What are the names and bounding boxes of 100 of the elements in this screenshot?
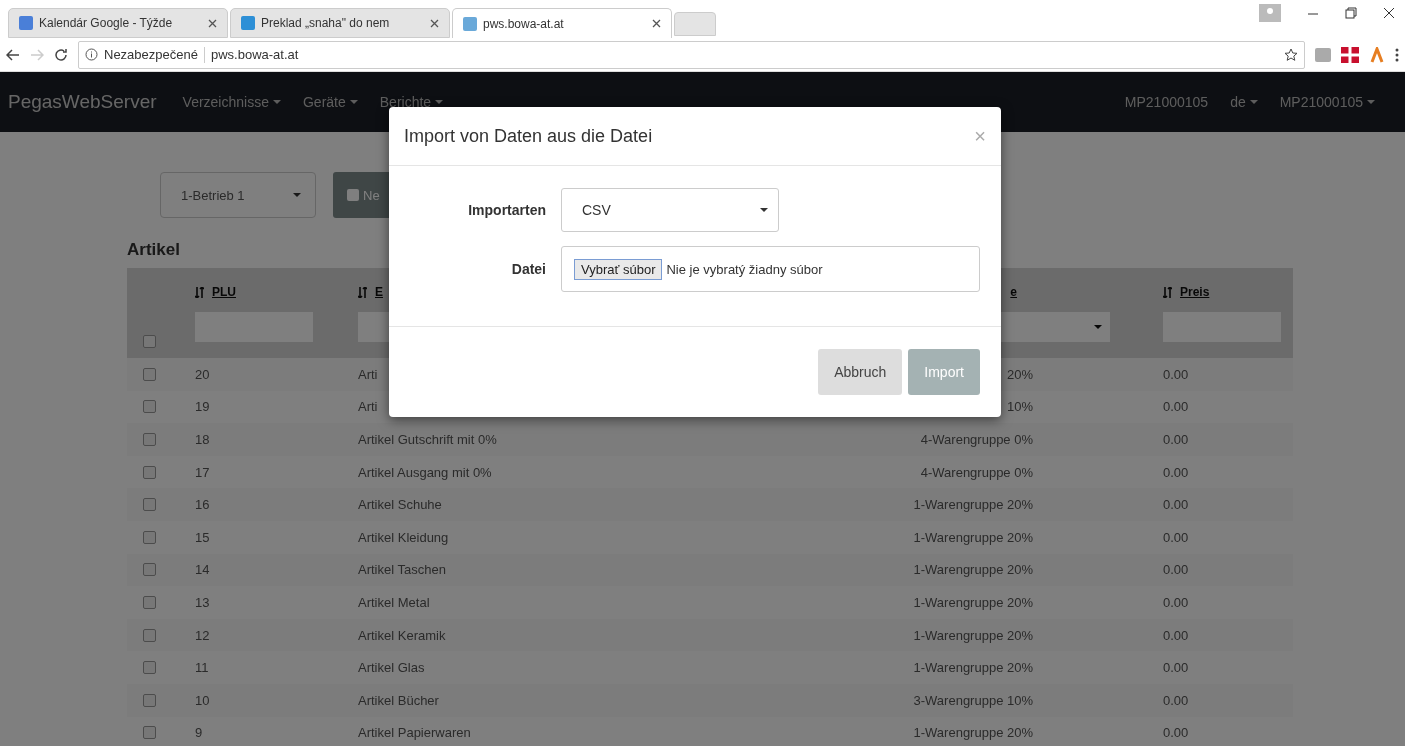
table-cell: 4-Warengruppe 0% bbox=[920, 464, 1033, 480]
import-type-select[interactable]: CSV bbox=[561, 188, 779, 232]
file-status: Nie je vybratý žiadny súbor bbox=[666, 261, 823, 277]
row-checkbox[interactable] bbox=[143, 693, 156, 707]
tab-title: Preklad „snaha" do nem bbox=[261, 16, 391, 30]
table-cell: Arti bbox=[358, 366, 378, 382]
table-cell: 18 bbox=[195, 432, 210, 447]
table-cell: 0.00 bbox=[1163, 562, 1189, 578]
table-cell: 4-Warengruppe 0% bbox=[920, 432, 1033, 447]
row-checkbox[interactable] bbox=[143, 726, 156, 740]
column-heading[interactable]: Preis bbox=[1180, 285, 1210, 299]
table-cell: Artikel Kleidung bbox=[358, 529, 449, 545]
nav-menu[interactable]: MP21000105 bbox=[1124, 94, 1209, 110]
column-heading[interactable]: E bbox=[375, 285, 383, 299]
menu-icon[interactable] bbox=[1395, 47, 1399, 62]
table-cell: Artikel Schuhe bbox=[358, 497, 442, 513]
nav-menu[interactable]: de bbox=[1230, 94, 1258, 110]
nav-menu[interactable]: Verzeichnisse bbox=[182, 94, 281, 110]
table-cell: 13 bbox=[195, 594, 210, 610]
table-cell: 0.00 bbox=[1163, 399, 1189, 415]
column-heading[interactable]: PLU bbox=[212, 285, 236, 299]
row-checkbox[interactable] bbox=[143, 563, 156, 577]
cancel-button[interactable]: Abbruch bbox=[818, 349, 903, 395]
table-cell: 20% bbox=[1006, 366, 1033, 382]
browser-tab[interactable]: Kalendár Google - Týžde bbox=[8, 8, 228, 38]
table-cell: 0.00 bbox=[1163, 529, 1189, 545]
reload-icon[interactable] bbox=[54, 47, 68, 62]
table-cell: Artikel Ausgang mit 0% bbox=[358, 464, 492, 480]
star-icon[interactable] bbox=[1284, 47, 1298, 62]
table-cell: Artikel Taschen bbox=[358, 562, 446, 578]
row-checkbox[interactable] bbox=[143, 530, 156, 544]
row-checkbox[interactable] bbox=[143, 433, 156, 446]
user-icon[interactable] bbox=[1259, 4, 1281, 22]
table-cell: 0.00 bbox=[1163, 594, 1189, 610]
extension-icon[interactable] bbox=[1315, 47, 1331, 62]
back-arrow-icon[interactable] bbox=[6, 48, 20, 61]
extension-icon[interactable] bbox=[1369, 46, 1385, 63]
table-cell: 14 bbox=[195, 562, 210, 578]
tab-title: pws.bowa-at.at bbox=[483, 16, 565, 31]
address-bar[interactable]: Nezabezpečené pws.bowa-at.at bbox=[78, 40, 1305, 69]
table-cell: 1-Warengruppe 20% bbox=[913, 660, 1033, 676]
row-checkbox[interactable] bbox=[143, 498, 156, 512]
table-cell: 10 bbox=[195, 692, 210, 708]
row-checkbox[interactable] bbox=[143, 628, 156, 642]
close-button[interactable]: × bbox=[974, 124, 986, 148]
favicon-icon bbox=[463, 16, 477, 31]
table-cell: 0.00 bbox=[1163, 432, 1189, 447]
file-input[interactable]: Vybrať súbor Nie je vybratý žiadny súbor bbox=[561, 246, 980, 292]
table-cell: 3-Warengruppe 10% bbox=[913, 692, 1033, 708]
table-cell: Artikel Bücher bbox=[358, 692, 439, 708]
row-checkbox[interactable] bbox=[143, 595, 156, 609]
table-cell: 0.00 bbox=[1163, 725, 1189, 741]
close-icon[interactable] bbox=[652, 19, 661, 28]
browser-tab[interactable]: pws.bowa-at.at bbox=[452, 8, 672, 38]
row-checkbox[interactable] bbox=[143, 400, 156, 414]
field-label: Datei bbox=[510, 261, 547, 277]
field-label: Importarten bbox=[467, 202, 547, 218]
nav-menu[interactable]: Geräte bbox=[302, 94, 358, 110]
table-cell: Artikel Keramik bbox=[358, 627, 446, 643]
table-cell: Artikel Metal bbox=[358, 594, 430, 610]
table-cell: 0.00 bbox=[1163, 627, 1189, 643]
nav-menu[interactable]: MP21000105 bbox=[1279, 94, 1375, 110]
column-heading[interactable]: e bbox=[1010, 285, 1017, 299]
table-cell: Artikel Papierwaren bbox=[358, 725, 471, 741]
select-all-checkbox[interactable] bbox=[143, 335, 156, 348]
browser-tab[interactable]: Preklad „snaha" do nem bbox=[230, 8, 450, 38]
table-cell: 1-Warengruppe 20% bbox=[913, 497, 1033, 513]
table-cell: 1-Warengruppe 20% bbox=[913, 725, 1033, 741]
table-cell: 1-Warengruppe 20% bbox=[913, 627, 1033, 643]
row-checkbox[interactable] bbox=[143, 367, 156, 381]
info-icon bbox=[85, 48, 98, 61]
new-tab-button[interactable] bbox=[674, 12, 716, 36]
site-select[interactable]: 1-Betrieb 1 bbox=[160, 172, 316, 218]
forward-arrow-icon[interactable] bbox=[30, 48, 44, 61]
restore-icon[interactable] bbox=[1345, 7, 1357, 19]
security-label: Nezabezpečené bbox=[104, 47, 198, 62]
section-title: Artikel bbox=[127, 240, 181, 260]
close-icon[interactable] bbox=[208, 18, 217, 28]
sort-icon bbox=[358, 286, 367, 298]
table-cell: 10% bbox=[1006, 399, 1033, 415]
table-cell: 20 bbox=[195, 366, 210, 382]
table-cell: 0.00 bbox=[1163, 366, 1189, 382]
table-cell: Artikel Glas bbox=[358, 660, 425, 676]
dialog-title: Import von Daten aus die Datei bbox=[404, 125, 653, 147]
sort-icon bbox=[195, 286, 204, 298]
favicon-icon bbox=[241, 16, 255, 30]
row-checkbox[interactable] bbox=[143, 465, 156, 479]
brand-name[interactable]: PegasWebServer bbox=[8, 91, 157, 113]
row-checkbox[interactable] bbox=[143, 661, 156, 675]
table-cell: 9 bbox=[195, 725, 203, 741]
table-cell: 1-Warengruppe 20% bbox=[913, 594, 1033, 610]
table-cell: 12 bbox=[195, 627, 210, 643]
table-cell: 0.00 bbox=[1163, 692, 1189, 708]
table-cell: 0.00 bbox=[1163, 464, 1189, 480]
close-icon[interactable] bbox=[430, 18, 439, 28]
close-icon[interactable] bbox=[1383, 7, 1395, 19]
sort-icon bbox=[1163, 286, 1172, 298]
choose-file-button[interactable]: Vybrať súbor bbox=[574, 258, 663, 280]
table-cell: Arti bbox=[358, 399, 378, 415]
table-cell: 17 bbox=[195, 464, 210, 480]
